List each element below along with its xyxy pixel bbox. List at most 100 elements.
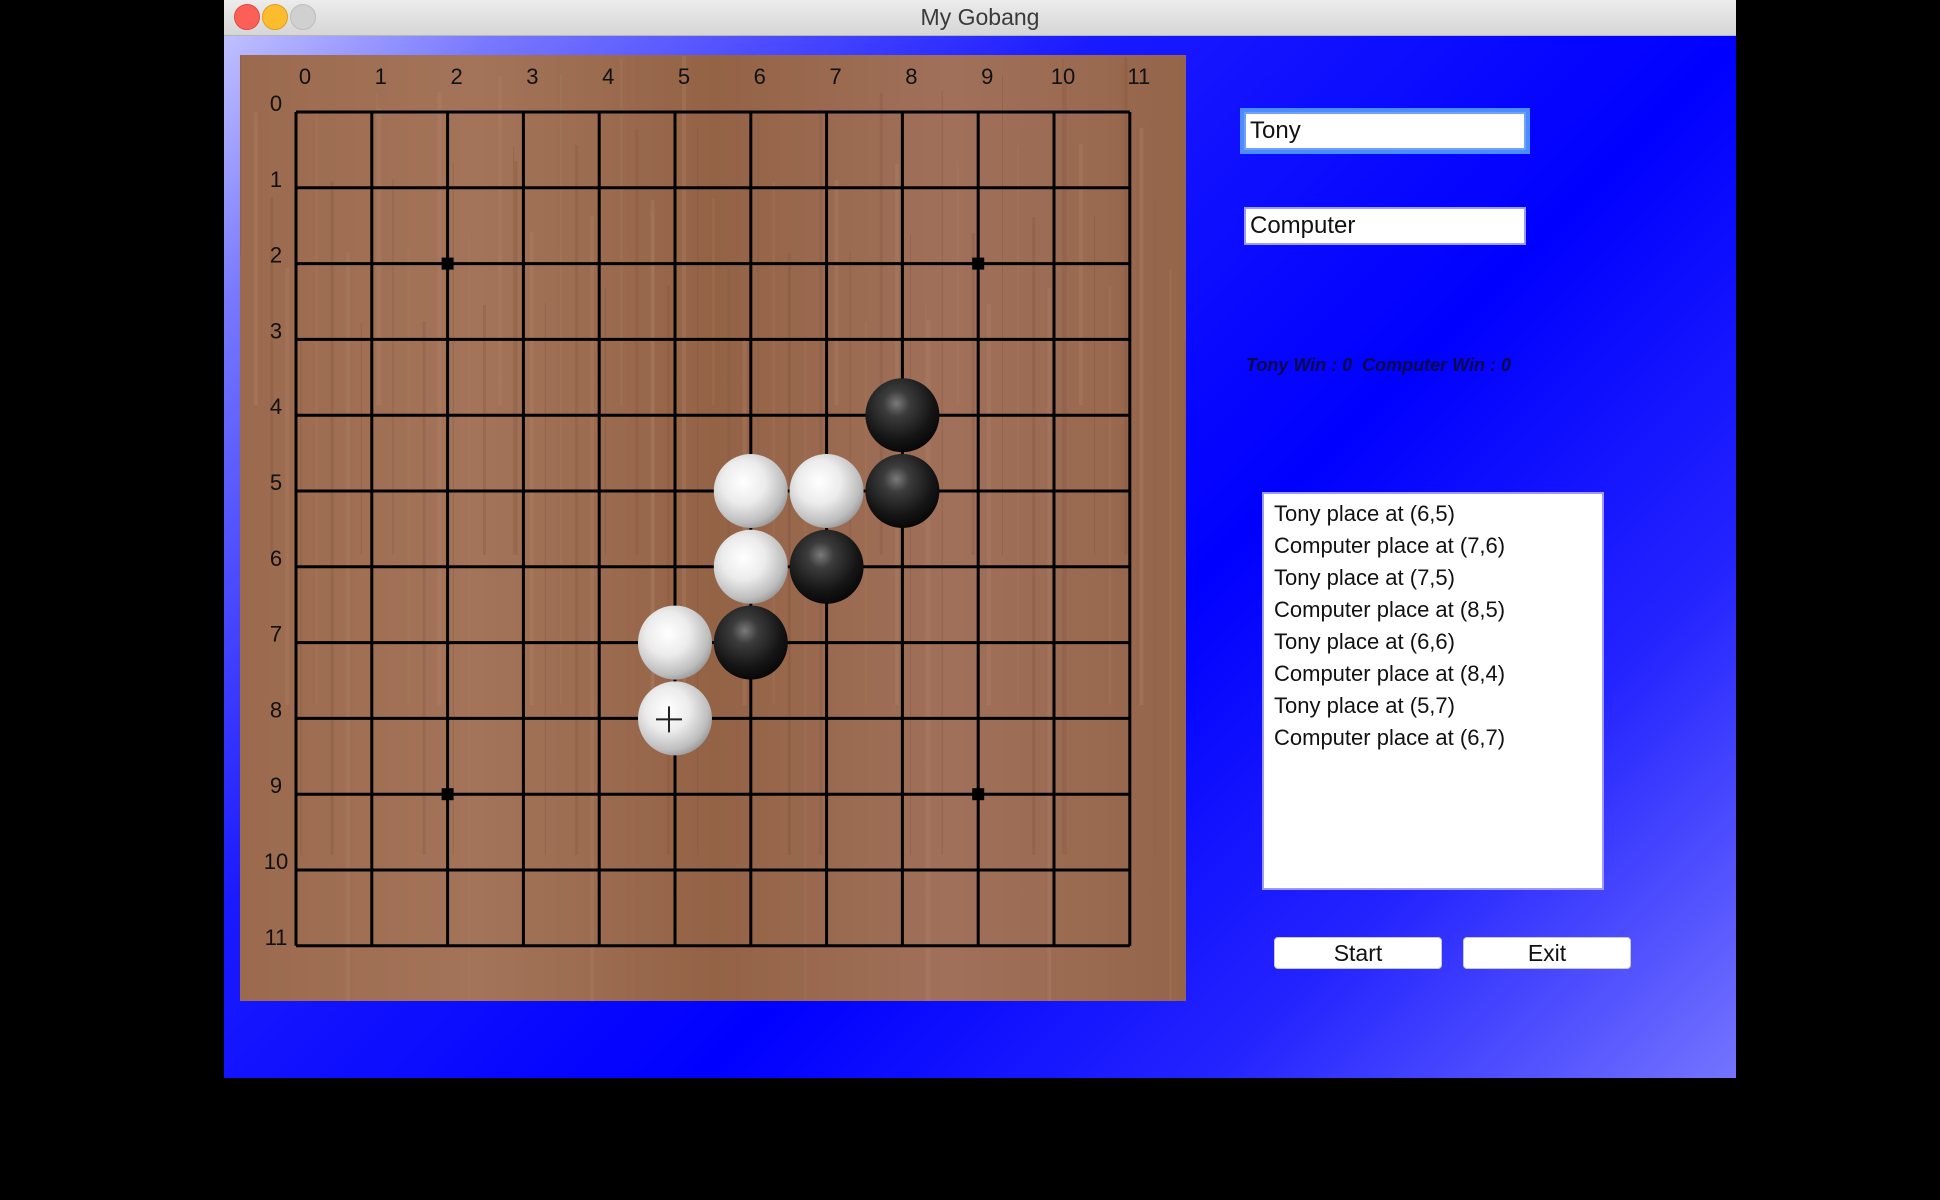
row-label: 3 bbox=[270, 318, 282, 343]
column-label: 6 bbox=[754, 64, 766, 89]
column-label: 10 bbox=[1051, 64, 1075, 89]
board-wood bbox=[240, 55, 1186, 1001]
wood-grain-streak bbox=[1078, 144, 1083, 405]
move-log-list[interactable]: Tony place at (6,5) Computer place at (7,… bbox=[1262, 492, 1604, 890]
log-entry[interactable]: Tony place at (6,6) bbox=[1274, 626, 1592, 658]
wood-grain-streak bbox=[1154, 199, 1156, 855]
log-entry[interactable]: Computer place at (8,5) bbox=[1274, 594, 1592, 626]
game-window: My Gobang 0 1 2 3 4 5 6 7 8 9 10 11 0 1 … bbox=[224, 0, 1736, 1078]
black-stone bbox=[865, 454, 940, 528]
white-stone bbox=[789, 454, 864, 528]
wood-grain-streak bbox=[787, 253, 791, 855]
board-canvas[interactable]: 0 1 2 3 4 5 6 7 8 9 10 11 0 1 2 3 4 5 6 7 8 9 10 11 bbox=[240, 55, 1186, 1001]
wood-grain-streak bbox=[529, 232, 534, 705]
wood-grain-streak bbox=[1094, 215, 1095, 555]
wood-grain-streak bbox=[1063, 73, 1067, 855]
row-label: 6 bbox=[270, 546, 282, 571]
wood-grain-streak bbox=[910, 235, 911, 855]
row-label: 8 bbox=[270, 697, 282, 722]
wood-grain-streak bbox=[407, 250, 410, 705]
row-label: 7 bbox=[270, 622, 282, 647]
wood-grain-streak bbox=[285, 268, 290, 705]
wood-grain-streak bbox=[253, 112, 258, 405]
exit-button[interactable]: Exit bbox=[1463, 937, 1631, 969]
wood-grain-streak bbox=[1169, 270, 1172, 1001]
wood-grain-streak bbox=[544, 303, 546, 855]
wood-grain-streak bbox=[834, 180, 839, 405]
player2-name-input[interactable] bbox=[1244, 207, 1526, 245]
row-label: 1 bbox=[270, 167, 282, 192]
wood-grain-streak bbox=[1032, 217, 1036, 855]
wood-grain-streak bbox=[467, 234, 470, 1001]
log-entry[interactable]: Tony place at (5,7) bbox=[1274, 690, 1592, 722]
column-label: 3 bbox=[526, 64, 538, 89]
star-point bbox=[972, 257, 985, 270]
column-label: 8 bbox=[905, 64, 917, 89]
black-stone bbox=[713, 605, 788, 680]
wood-grain-streak bbox=[1047, 288, 1052, 1001]
wood-grain-streak bbox=[345, 252, 350, 1001]
wood-grain-streak bbox=[804, 338, 807, 1001]
column-label: 4 bbox=[602, 64, 614, 89]
wood-grain-streak bbox=[330, 181, 334, 855]
log-entry[interactable]: Computer place at (6,7) bbox=[1274, 722, 1592, 754]
wood-grain-streak bbox=[1184, 341, 1186, 555]
wood-grain-streak bbox=[375, 94, 378, 405]
row-label: 9 bbox=[270, 773, 282, 798]
wood-grain-streak bbox=[1017, 146, 1020, 705]
log-entry[interactable]: Tony place at (7,5) bbox=[1274, 562, 1592, 594]
wood-grain-streak bbox=[620, 58, 623, 405]
wood-grain-streak bbox=[422, 321, 426, 855]
column-label: 0 bbox=[299, 64, 311, 89]
star-point bbox=[441, 257, 454, 270]
column-label: 9 bbox=[981, 64, 993, 89]
row-label: 2 bbox=[270, 243, 282, 268]
column-label: 11 bbox=[1127, 64, 1150, 89]
wood-grain-streak bbox=[559, 74, 562, 705]
wood-grain-streak bbox=[1139, 128, 1144, 705]
column-label: 7 bbox=[829, 64, 841, 89]
wood-grain-streak bbox=[513, 147, 515, 555]
wood-grain-streak bbox=[498, 76, 503, 405]
wood-grain-streak bbox=[240, 55, 241, 255]
row-label: 10 bbox=[264, 849, 288, 874]
wood-grain-streak bbox=[605, 287, 607, 555]
wood-grain-streak bbox=[590, 216, 595, 1001]
window-title: My Gobang bbox=[920, 4, 1040, 30]
wood-grain-streak bbox=[986, 304, 991, 705]
start-button[interactable]: Start bbox=[1274, 937, 1442, 969]
log-entry[interactable]: Computer place at (8,4) bbox=[1274, 658, 1592, 690]
star-point bbox=[972, 788, 985, 801]
white-stone bbox=[713, 454, 788, 528]
log-entry[interactable]: Computer place at (7,6) bbox=[1274, 530, 1592, 562]
log-entry[interactable]: Tony place at (6,5) bbox=[1274, 498, 1592, 530]
white-stone bbox=[713, 529, 788, 604]
wood-grain-streak bbox=[392, 179, 394, 555]
column-label: 5 bbox=[678, 64, 690, 89]
column-label: 1 bbox=[375, 64, 387, 89]
wood-grain-streak bbox=[864, 322, 867, 705]
wood-grain-streak bbox=[483, 305, 486, 555]
white-stone bbox=[638, 605, 712, 680]
gobang-board[interactable]: 0 1 2 3 4 5 6 7 8 9 10 11 0 1 2 3 4 5 6 7 8 9 10 11 bbox=[240, 55, 1186, 1001]
column-label: 2 bbox=[450, 64, 462, 89]
wood-grain-streak bbox=[1062, 59, 1064, 855]
black-stone bbox=[789, 529, 864, 604]
wood-grain-streak bbox=[941, 91, 943, 855]
star-point bbox=[441, 788, 454, 801]
wood-grain-streak bbox=[514, 161, 518, 555]
wood-grain-streak bbox=[956, 162, 959, 405]
wood-grain-streak bbox=[1124, 57, 1128, 555]
black-stone bbox=[865, 378, 940, 453]
wood-grain-streak bbox=[315, 110, 318, 705]
wood-grain-streak bbox=[437, 92, 442, 705]
wood-grain-streak bbox=[667, 285, 670, 855]
wood-grain-streak bbox=[1002, 75, 1003, 555]
win-score-label: Tony Win : 0 Computer Win : 0 bbox=[1246, 355, 1511, 375]
title-bar: My Gobang bbox=[224, 0, 1736, 36]
player1-name-input[interactable] bbox=[1244, 112, 1526, 150]
wood-grain-streak bbox=[575, 145, 578, 855]
row-label: 4 bbox=[270, 394, 282, 419]
wood-grain-streak bbox=[712, 198, 715, 405]
row-label: 0 bbox=[270, 91, 282, 116]
